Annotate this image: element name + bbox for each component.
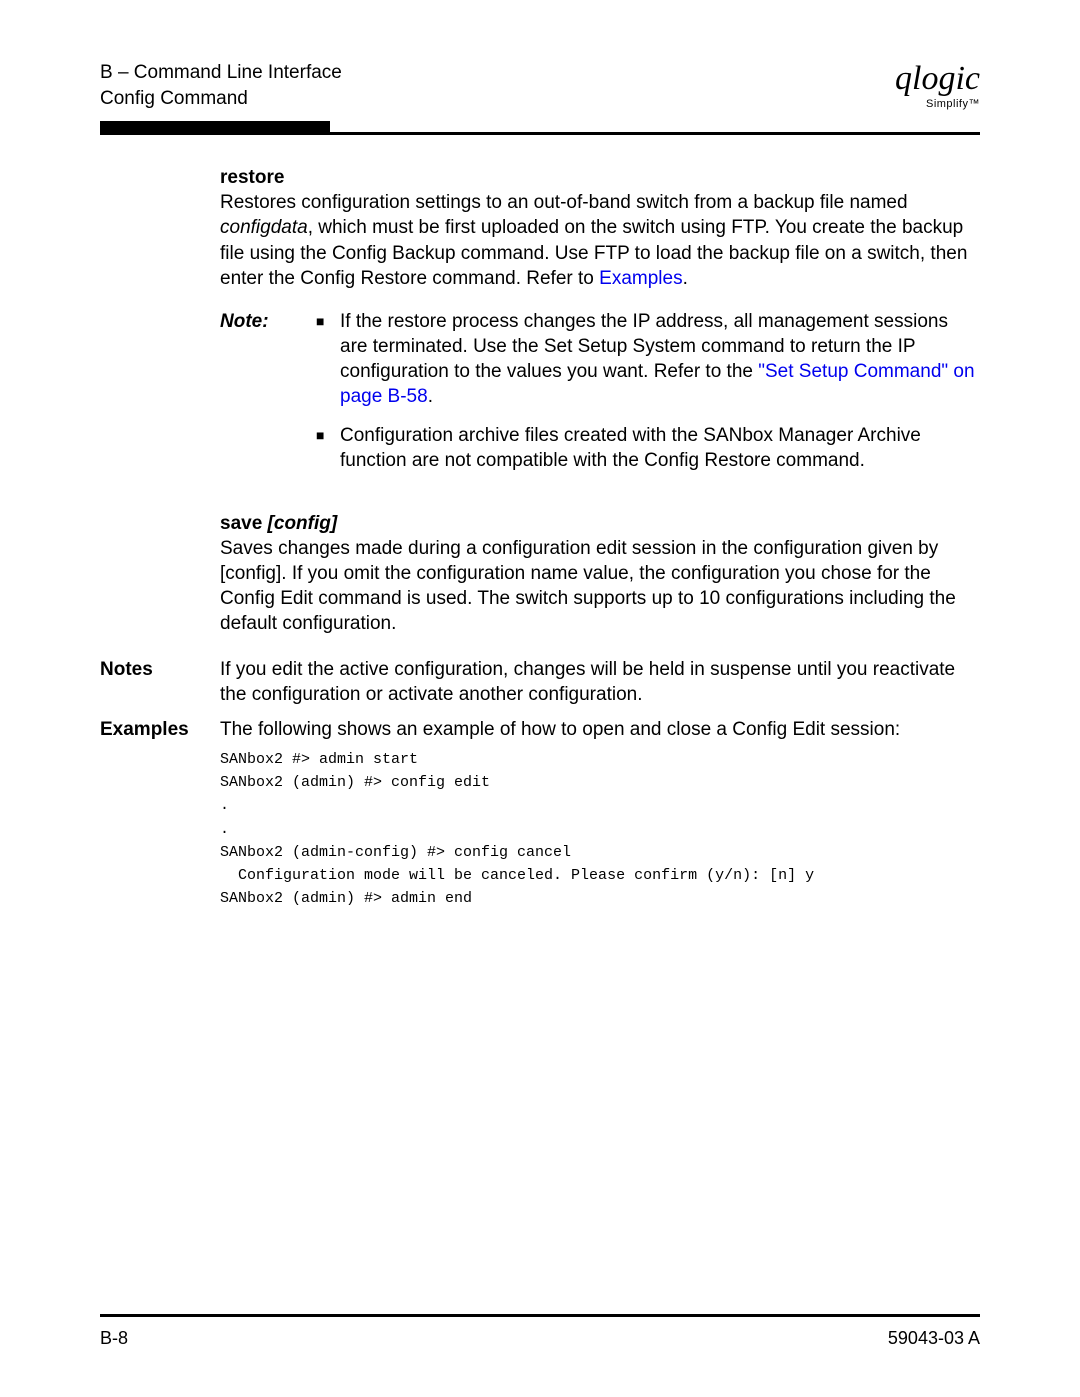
bullet-icon [316,309,340,333]
header-right: qlogic Simplify™ [895,60,980,110]
header-left: B – Command Line Interface Config Comman… [100,60,342,111]
note-list: If the restore process changes the IP ad… [316,309,980,487]
header-thin-rule [100,132,980,135]
note-item-1: If the restore process changes the IP ad… [316,309,980,409]
page-header: B – Command Line Interface Config Comman… [100,60,980,111]
footer-doc-number: 59043-03 A [888,1328,980,1349]
page: B – Command Line Interface Config Comman… [0,0,1080,1397]
restore-heading: restore [220,167,284,188]
restore-para: restore Restores configuration settings … [220,165,980,290]
save-heading-word: save [220,513,268,534]
restore-text-pre: Restores configuration settings to an ou… [220,192,908,213]
link-examples[interactable]: Examples [599,268,682,289]
footer-page-number: B-8 [100,1328,128,1349]
note-item-2: Configuration archive files created with… [316,423,980,473]
note-label: Note: [220,309,316,334]
restore-text-tail: . [683,268,688,289]
content: restore Restores configuration settings … [100,165,980,910]
restore-text-post: , which must be first uploaded on the sw… [220,217,967,288]
note-item-1-text: If the restore process changes the IP ad… [340,309,980,409]
notes-body: If you edit the active configuration, ch… [220,657,980,707]
examples-label: Examples [100,717,220,742]
page-footer: B-8 59043-03 A [100,1328,980,1349]
breadcrumb-line-2: Config Command [100,86,342,112]
save-para: save [config] Saves changes made during … [220,511,980,636]
notes-label: Notes [100,657,220,682]
note-item-2-text: Configuration archive files created with… [340,423,980,473]
restore-text-em: configdata [220,217,308,238]
note-block: Note: If the restore process changes the… [220,309,980,487]
save-heading-arg: [config] [268,513,338,534]
brand-logo: qlogic [895,62,980,96]
examples-intro: The following shows an example of how to… [220,717,980,742]
examples-body: The following shows an example of how to… [220,717,980,911]
save-heading: save [config] [220,513,337,534]
section-examples: Examples The following shows an example … [100,717,980,911]
header-rule [100,121,980,135]
footer-rule [100,1314,980,1317]
note1-post: . [428,386,433,407]
bullet-icon [316,423,340,447]
restore-body: restore Restores configuration settings … [220,165,980,650]
breadcrumb-line-1: B – Command Line Interface [100,60,342,86]
examples-code: SANbox2 #> admin start SANbox2 (admin) #… [220,748,980,911]
section-restore: restore Restores configuration settings … [100,165,980,650]
section-notes: Notes If you edit the active configurati… [100,657,980,707]
brand-tagline: Simplify™ [895,98,980,110]
save-body: Saves changes made during a configuratio… [220,538,956,634]
